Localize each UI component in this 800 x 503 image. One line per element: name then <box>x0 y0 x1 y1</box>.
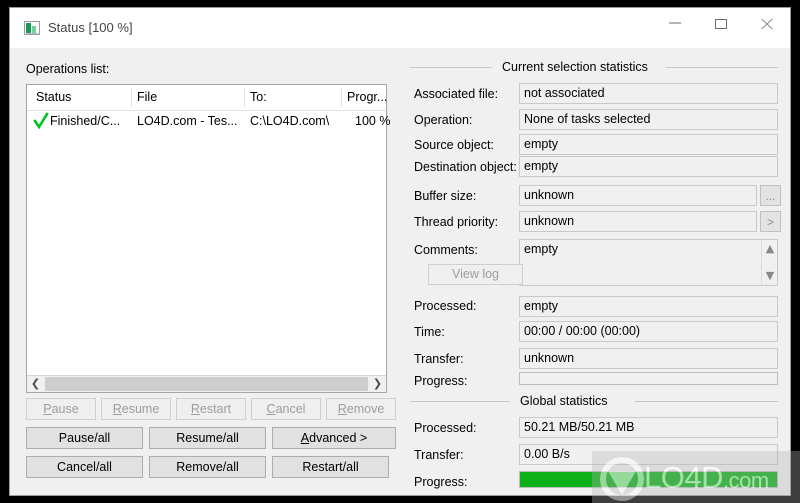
label-comments: Comments: <box>414 243 478 257</box>
advanced-button[interactable]: Advanced > <box>272 427 396 449</box>
comments-scrollbar[interactable]: ▲ ▼ <box>761 240 777 285</box>
resume-button[interactable]: Resume <box>101 398 171 420</box>
pause-button[interactable]: Pause <box>26 398 96 420</box>
chevron-left-icon[interactable]: ❮ <box>27 376 44 392</box>
thread-priority-next-button[interactable]: > <box>760 211 781 232</box>
operations-list-label: Operations list: <box>26 62 110 76</box>
field-destination-object[interactable]: empty <box>519 156 778 177</box>
minimize-icon <box>669 22 681 24</box>
list-horizontal-scrollbar[interactable]: ❮ ❯ <box>27 375 386 392</box>
maximize-button[interactable] <box>698 8 744 38</box>
list-header-row: Status File To: Progr... <box>27 85 387 111</box>
column-header-progress[interactable]: Progr... <box>347 90 395 104</box>
cancel-all-button[interactable]: Cancel/all <box>26 456 143 478</box>
cancel-button[interactable]: Cancel <box>251 398 321 420</box>
label-transfer-global: Transfer: <box>414 448 464 462</box>
green-check-icon <box>33 112 49 130</box>
label-progress-global: Progress: <box>414 475 468 489</box>
window-title: Status [100 %] <box>48 20 133 35</box>
field-operation[interactable]: None of tasks selected <box>519 109 778 130</box>
restart-button[interactable]: Restart <box>176 398 246 420</box>
cell-status: Finished/C... <box>50 114 121 128</box>
field-source-object[interactable]: empty <box>519 134 778 155</box>
field-associated-file[interactable]: not associated <box>519 83 778 104</box>
close-button[interactable] <box>744 8 790 38</box>
screenshot-root: Status [100 %] Operations list: Status F… <box>0 0 800 503</box>
table-row[interactable]: Finished/C... LO4D.com - Tes... C:\LO4D.… <box>27 111 390 133</box>
field-transfer-global[interactable]: 0.00 B/s <box>519 444 778 465</box>
field-processed-global[interactable]: 50.21 MB/50.21 MB <box>519 417 778 438</box>
remove-all-button[interactable]: Remove/all <box>149 456 266 478</box>
restart-all-button[interactable]: Restart/all <box>272 456 389 478</box>
column-divider[interactable] <box>244 88 245 107</box>
column-header-status[interactable]: Status <box>36 90 128 104</box>
label-transfer-selection: Transfer: <box>414 352 464 366</box>
field-thread-priority[interactable]: unknown <box>519 211 757 232</box>
status-window: Status [100 %] Operations list: Status F… <box>9 7 791 496</box>
title-bar: Status [100 %] <box>10 8 790 48</box>
column-header-to[interactable]: To: <box>250 90 335 104</box>
remove-button[interactable]: Remove <box>326 398 396 420</box>
global-statistics-group: Global statistics <box>410 394 778 408</box>
label-associated-file: Associated file: <box>414 87 499 101</box>
label-source-object: Source object: <box>414 138 494 152</box>
label-destination-object: Destination object: <box>414 160 517 174</box>
label-progress-selection: Progress: <box>414 374 468 388</box>
progress-bar-selection <box>519 372 778 385</box>
label-buffer-size: Buffer size: <box>414 189 477 203</box>
chevron-up-icon[interactable]: ▲ <box>762 241 778 257</box>
field-processed-selection[interactable]: empty <box>519 296 778 317</box>
app-status-icon <box>24 21 40 35</box>
column-divider[interactable] <box>341 88 342 107</box>
cell-file: LO4D.com - Tes... <box>137 114 238 128</box>
view-log-button[interactable]: View log <box>428 264 523 285</box>
label-processed-global: Processed: <box>414 421 477 435</box>
label-operation: Operation: <box>414 113 473 127</box>
resume-all-button[interactable]: Resume/all <box>149 427 266 449</box>
field-buffer-size[interactable]: unknown <box>519 185 757 206</box>
label-processed-selection: Processed: <box>414 299 477 313</box>
current-selection-statistics-group: Current selection statistics <box>410 60 778 74</box>
label-thread-priority: Thread priority: <box>414 215 499 229</box>
label-time: Time: <box>414 325 445 339</box>
chevron-down-icon[interactable]: ▼ <box>762 268 778 284</box>
minimize-button[interactable] <box>652 8 698 38</box>
column-divider[interactable] <box>131 88 132 107</box>
cell-progress: 100 % <box>355 114 391 128</box>
field-time[interactable]: 00:00 / 00:00 (00:00) <box>519 321 778 342</box>
chevron-right-icon[interactable]: ❯ <box>369 376 386 392</box>
operations-list[interactable]: Status File To: Progr... Finished/C... L… <box>26 84 390 393</box>
maximize-icon <box>715 19 727 29</box>
pause-all-button[interactable]: Pause/all <box>26 427 143 449</box>
field-comments[interactable]: empty <box>519 239 778 286</box>
cell-to: C:\LO4D.com\ <box>250 114 330 128</box>
field-transfer-selection[interactable]: unknown <box>519 348 778 369</box>
scrollbar-thumb[interactable] <box>45 377 368 391</box>
progress-bar-global <box>519 471 778 488</box>
group-title-selection: Current selection statistics <box>502 60 648 74</box>
column-header-file[interactable]: File <box>137 90 237 104</box>
buffer-size-browse-button[interactable]: ... <box>760 185 781 206</box>
close-icon <box>761 18 773 30</box>
group-title-global: Global statistics <box>520 394 608 408</box>
